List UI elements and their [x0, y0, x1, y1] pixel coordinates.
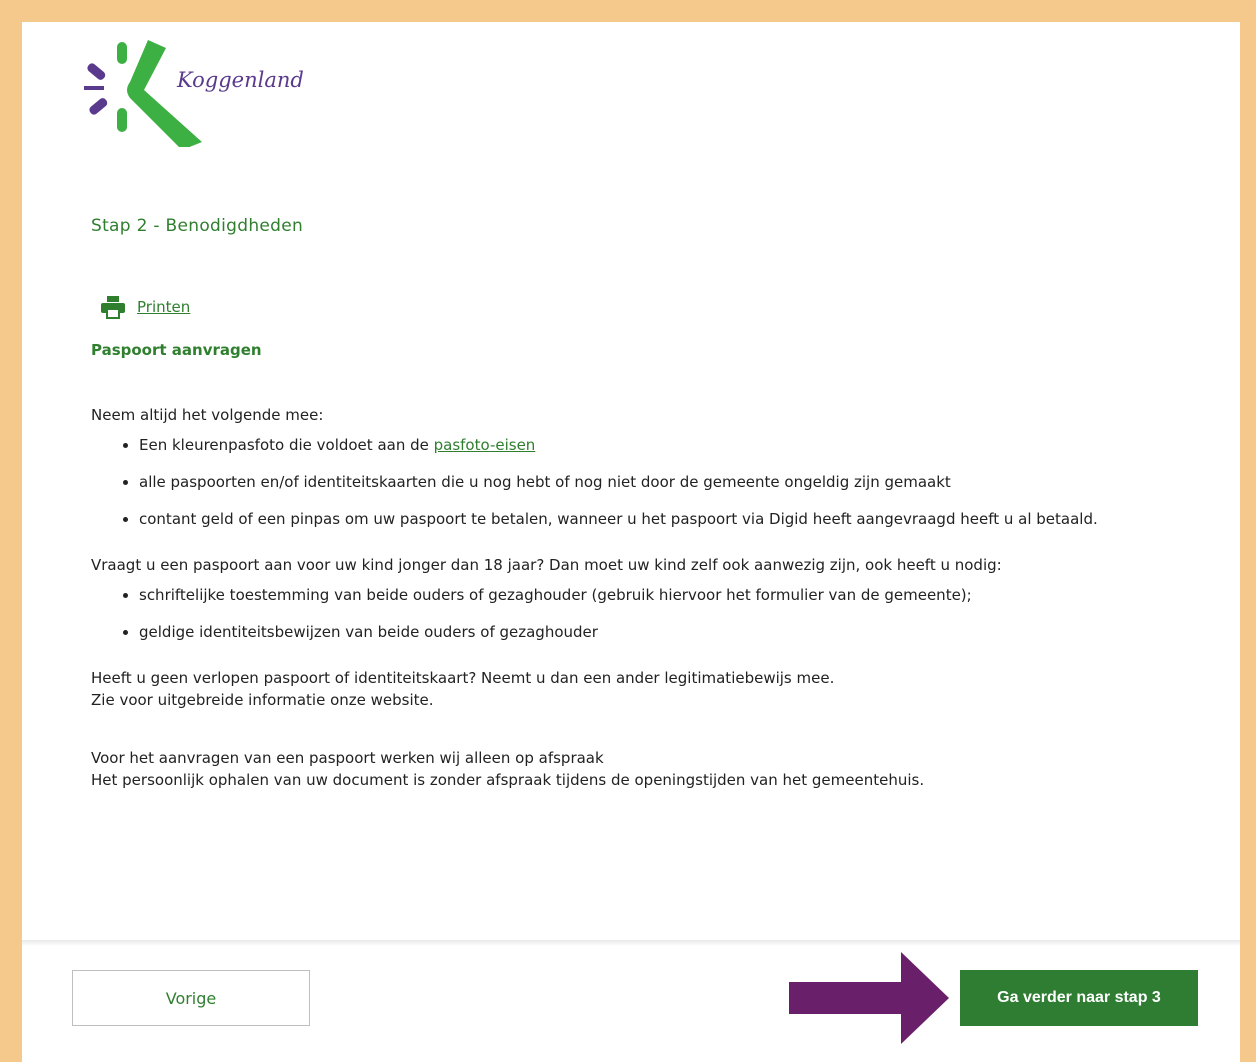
page-frame: Koggenland Stap 2 - Benodigdheden Printe… — [22, 22, 1240, 1062]
footer-divider — [22, 940, 1240, 946]
section-title: Paspoort aanvragen — [91, 341, 262, 359]
previous-button[interactable]: Vorige — [72, 970, 310, 1026]
pasfoto-eisen-link[interactable]: pasfoto-eisen — [434, 436, 536, 454]
section-content: Neem altijd het volgende mee: Een kleure… — [91, 404, 1211, 791]
no-passport-text: Heeft u geen verlopen paspoort of identi… — [91, 669, 835, 687]
website-info-text: Zie voor uitgebreide informatie onze web… — [91, 691, 434, 709]
child-requirements-list: schriftelijke toestemming van beide oude… — [91, 584, 1211, 643]
list-item: contant geld of een pinpas om uw paspoor… — [139, 508, 1211, 530]
next-step-button[interactable]: Ga verder naar stap 3 — [960, 970, 1198, 1026]
appointment-text: Voor het aanvragen van een paspoort werk… — [91, 749, 604, 767]
list-item: geldige identiteitsbewijzen van beide ou… — [139, 621, 1211, 643]
list-item: Een kleurenpasfoto die voldoet aan de pa… — [139, 434, 1211, 456]
child-intro-text: Vraagt u een paspoort aan voor uw kind j… — [91, 556, 1002, 574]
printer-icon[interactable] — [100, 295, 126, 319]
intro-text: Neem altijd het volgende mee: — [91, 406, 324, 424]
list-item: alle paspoorten en/of identiteitskaarten… — [139, 471, 1211, 493]
print-action[interactable]: Printen — [100, 295, 190, 319]
step-title: Stap 2 - Benodigdheden — [91, 216, 304, 236]
pickup-text: Het persoonlijk ophalen van uw document … — [91, 771, 925, 789]
print-link[interactable]: Printen — [137, 298, 190, 316]
logo-text: Koggenland — [177, 68, 304, 92]
requirements-list: Een kleurenpasfoto die voldoet aan de pa… — [91, 434, 1211, 530]
list-item-text: Een kleurenpasfoto die voldoet aan de — [139, 436, 434, 454]
arrow-right-icon — [789, 952, 949, 1044]
list-item: schriftelijke toestemming van beide oude… — [139, 584, 1211, 606]
